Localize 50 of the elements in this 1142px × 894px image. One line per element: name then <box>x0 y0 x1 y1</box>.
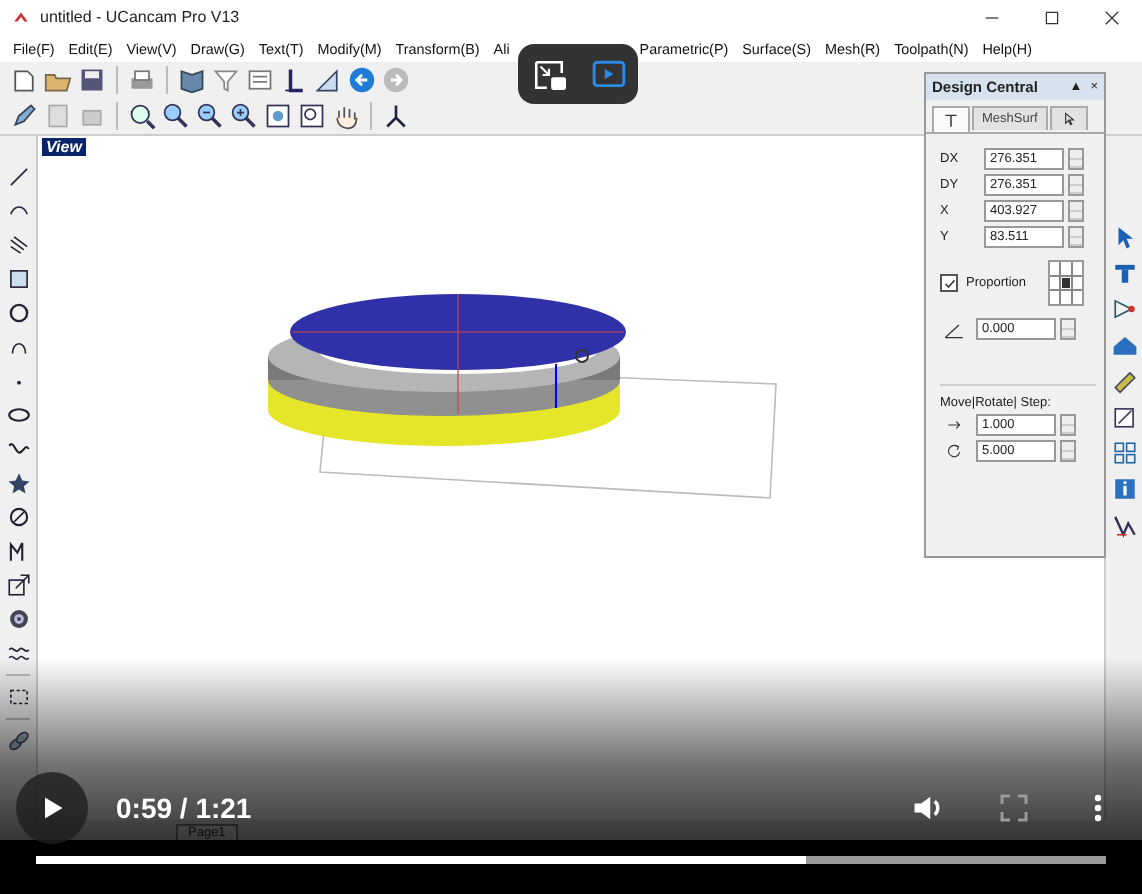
block-icon[interactable] <box>1111 260 1137 286</box>
ellipse-icon[interactable] <box>5 402 31 428</box>
panel-tab[interactable] <box>932 106 970 132</box>
viewport-label: View <box>42 138 86 156</box>
zoom-in-icon[interactable] <box>128 102 156 130</box>
zoom-plus-icon[interactable] <box>230 102 258 130</box>
text-tool-icon <box>942 111 960 129</box>
list-icon[interactable] <box>246 66 274 94</box>
spiral-icon[interactable] <box>5 606 31 632</box>
circle-icon[interactable] <box>5 300 31 326</box>
star-icon[interactable] <box>5 470 31 496</box>
angle-icon <box>940 319 968 339</box>
protractor-icon[interactable] <box>314 66 342 94</box>
screen-play-icon[interactable] <box>591 57 625 91</box>
save-icon[interactable] <box>78 66 106 94</box>
zoom-window-icon[interactable] <box>298 102 326 130</box>
select-box-icon[interactable] <box>5 684 31 710</box>
line-icon[interactable] <box>5 164 31 190</box>
node-icon[interactable] <box>1111 296 1137 322</box>
arrow-icon[interactable] <box>5 572 31 598</box>
square-icon[interactable] <box>5 266 31 292</box>
fullscreen-icon[interactable] <box>998 792 1030 824</box>
proportion-checkbox[interactable] <box>940 274 958 292</box>
pencil-icon[interactable] <box>10 102 38 130</box>
time-display: 0:59 / 1:21 <box>116 792 252 824</box>
window-title: untitled - UCancam Pro V13 <box>40 8 240 26</box>
layers-icon[interactable] <box>5 232 31 258</box>
back-icon[interactable] <box>348 66 376 94</box>
maximize-icon[interactable] <box>1042 7 1062 27</box>
new-file-icon[interactable] <box>10 66 38 94</box>
house-icon[interactable] <box>1111 332 1137 358</box>
axes-icon[interactable] <box>382 102 410 130</box>
check-icon <box>943 277 955 289</box>
pencil-icon[interactable] <box>1111 368 1137 394</box>
progress-bar[interactable] <box>36 856 1106 864</box>
book-icon[interactable] <box>178 66 206 94</box>
zoom-fit-icon[interactable] <box>264 102 292 130</box>
hand-icon[interactable] <box>332 102 360 130</box>
magnifier-icon[interactable] <box>162 102 190 130</box>
info-icon[interactable] <box>1111 476 1137 502</box>
printer-icon[interactable] <box>128 66 156 94</box>
panel-tab[interactable] <box>1049 106 1088 130</box>
app-logo-icon <box>12 8 30 26</box>
chain-icon[interactable] <box>5 728 31 754</box>
zoom-out-icon[interactable] <box>196 102 224 130</box>
exit-pip-icon[interactable] <box>531 57 565 91</box>
pointer-icon <box>1059 110 1078 128</box>
anchor-grid-icon[interactable] <box>1048 260 1084 306</box>
close-icon[interactable] <box>1102 7 1122 27</box>
circle-slash-icon[interactable] <box>5 504 31 530</box>
